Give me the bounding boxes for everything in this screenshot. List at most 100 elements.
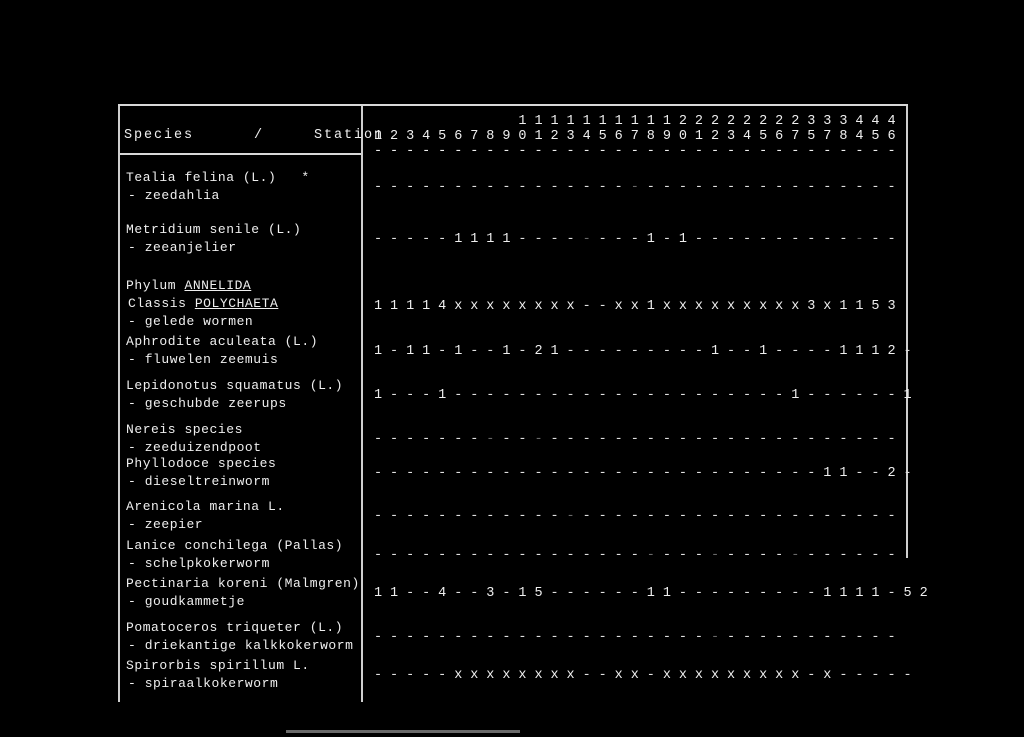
occurrence-cell: x	[775, 668, 784, 683]
occurrence-cell: -	[743, 232, 752, 247]
occurrence-cell: 1	[710, 344, 720, 359]
occurrence-cell: -	[710, 548, 720, 563]
occurrence-cell: 2	[919, 586, 928, 601]
occurrence-cell: -	[582, 388, 591, 403]
occurrence-cell: -	[775, 630, 784, 645]
occurrence-cell: x	[727, 299, 736, 314]
occurrence-cell: -	[807, 630, 816, 645]
occurrence-cell: -	[598, 232, 607, 247]
occurrence-cell: x	[534, 668, 543, 683]
occurrence-cell: -	[807, 668, 816, 683]
occurrence-cell: -	[871, 630, 880, 645]
occurrence-cell: -	[871, 668, 880, 683]
occurrence-cell: -	[486, 548, 495, 563]
occurrence-cell: 1	[791, 388, 800, 403]
occurrence-cell: -	[454, 180, 463, 195]
occurrence-cell: -	[470, 180, 479, 195]
occurrence-cell: x	[534, 299, 543, 314]
occurrence-cell: -	[871, 509, 880, 524]
occurrence-cell: 1	[486, 232, 495, 247]
occurrence-cell: -	[550, 388, 559, 403]
station-rule-cell-7: -	[486, 144, 495, 159]
occurrence-cell: -	[759, 432, 768, 447]
occurrence-cell: -	[390, 232, 399, 247]
occurrence-cell: -	[486, 388, 495, 403]
occurrence-cell: 1	[373, 344, 383, 359]
species-name-line: - driekantige kalkkokerworm	[128, 638, 354, 653]
occurrence-cell: -	[598, 630, 607, 645]
occurrence-cell: 1	[454, 344, 463, 359]
station-tens-cell-21: 2	[710, 114, 720, 129]
occurrence-cell: -	[422, 509, 431, 524]
occurrence-cell: 1	[373, 388, 383, 403]
occurrence-values: ---------------------------------	[361, 498, 900, 524]
occurrence-cell: -	[630, 548, 639, 563]
table-row: Phyllodoce species - dieseltreinworm - - - - -…	[118, 455, 912, 491]
occurrence-cell: -	[406, 388, 415, 403]
table-row: Spirorbis spirillum L. - spiraalkokerworm…	[118, 657, 912, 693]
occurrence-cell: -	[373, 668, 383, 683]
occurrence-cell: 1	[759, 344, 768, 359]
occurrence-cell: -	[422, 466, 431, 481]
occurrence-cell: -	[438, 548, 447, 563]
species-name-cell: Lepidonotus squamatus (L.) - geschubde ze…	[118, 377, 361, 413]
station-units-cell-23: 4	[743, 129, 752, 144]
occurrence-cell: 1	[470, 232, 479, 247]
station-rule-cell-9: -	[518, 144, 527, 159]
occurrence-cell: 3	[887, 299, 896, 314]
occurrence-cell: -	[582, 668, 591, 683]
occurrence-cell: -	[598, 432, 607, 447]
occurrence-cell: -	[807, 586, 816, 601]
occurrence-cell: -	[582, 630, 591, 645]
station-rule-cell-6: -	[470, 144, 479, 159]
occurrence-cell: x	[518, 299, 527, 314]
species-name-line: - goudkammetje	[128, 594, 245, 609]
occurrence-cell: -	[614, 180, 623, 195]
scanned-page: Species / Station 1111111111222222223334…	[0, 0, 1024, 737]
occurrence-cell: -	[502, 466, 511, 481]
occurrence-cell: x	[614, 668, 623, 683]
occurrence-cell: -	[694, 180, 704, 195]
occurrence-values: -----1111--------1-1-------------	[361, 221, 900, 247]
occurrence-cell: -	[550, 509, 559, 524]
occurrence-cell: -	[390, 548, 399, 563]
occurrence-cell: x	[710, 299, 720, 314]
occurrence-cell: -	[759, 586, 768, 601]
occurrence-cell: -	[662, 509, 671, 524]
species-name-line: Nereis species	[126, 422, 243, 437]
occurrence-cell: x	[662, 299, 671, 314]
occurrence-cell: -	[454, 548, 463, 563]
species-name-cell: Phyllodoce species - dieseltreinworm	[118, 455, 361, 491]
station-tens-cell-20: 2	[694, 114, 704, 129]
station-units-cell-18: 9	[662, 129, 671, 144]
occurrence-cell: -	[727, 232, 736, 247]
occurrence-cell: 2	[887, 466, 896, 481]
occurrence-cell: -	[791, 586, 800, 601]
station-units-cell-20: 1	[694, 129, 704, 144]
occurrence-cell: 1	[839, 466, 848, 481]
occurrence-cell: -	[406, 548, 415, 563]
occurrence-cell: -	[470, 630, 479, 645]
station-tens-cell-4	[434, 114, 450, 129]
species-name-line: Metridium senile (L.)	[126, 222, 302, 237]
station-rule-cell-3: -	[422, 144, 431, 159]
occurrence-values: 11114xxxxxxxx--xx1xxxxxxxxx3x1153	[361, 277, 900, 314]
occurrence-cell: -	[646, 388, 655, 403]
occurrence-cell: -	[614, 548, 623, 563]
station-tens-cell-9: 1	[518, 114, 527, 129]
occurrence-cell: -	[582, 180, 591, 195]
occurrence-cell: -	[534, 548, 543, 563]
occurrence-cell: -	[694, 388, 704, 403]
occurrence-cell: 1	[454, 232, 463, 247]
station-rule-cell-18: -	[662, 144, 671, 159]
occurrence-cell: -	[775, 232, 784, 247]
occurrence-cell: -	[855, 509, 864, 524]
occurrence-cell: -	[855, 232, 864, 247]
station-tens-cell-2	[402, 114, 418, 129]
species-name-cell: Pomatoceros triqueter (L.) - driekantige …	[118, 619, 361, 655]
occurrence-cell: -	[438, 466, 447, 481]
occurrence-cell: -	[550, 180, 559, 195]
station-units-cell-28: 7	[823, 129, 832, 144]
occurrence-cell: 3	[486, 586, 495, 601]
occurrence-cell: -	[887, 630, 896, 645]
